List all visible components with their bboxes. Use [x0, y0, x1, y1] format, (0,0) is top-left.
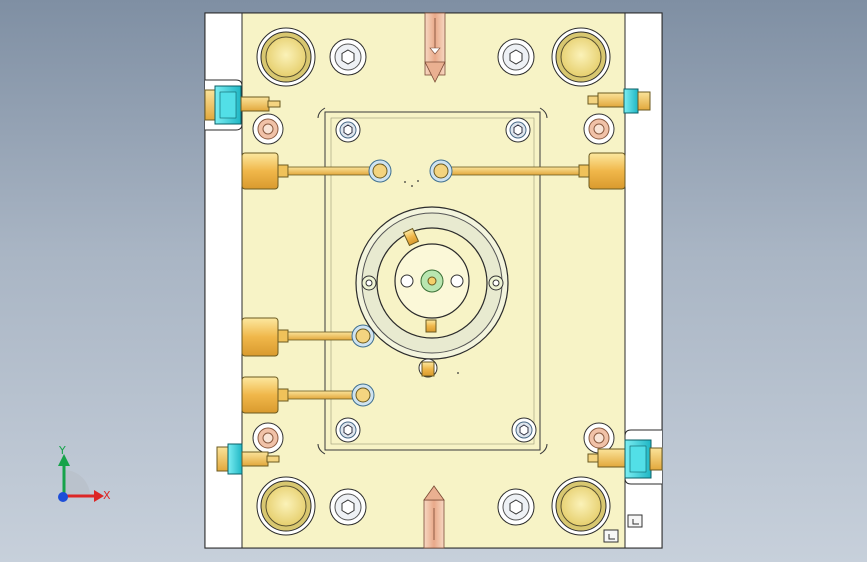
return-pin-top-left[interactable]: [252, 113, 284, 145]
sprue-bushing[interactable]: [394, 243, 470, 319]
guide-bushing-top-left[interactable]: [256, 27, 316, 87]
axis-triad-icon: [58, 454, 104, 502]
guide-bushing-top-right[interactable]: [551, 27, 611, 87]
mold-assembly-drawing[interactable]: Y X: [0, 0, 867, 562]
plate-bolt-top-left[interactable]: [335, 117, 361, 143]
plate-bolt-top-right[interactable]: [505, 117, 531, 143]
guide-bushing-bottom-left[interactable]: [256, 476, 316, 536]
bolt-top-left[interactable]: [329, 38, 367, 76]
return-pin-top-right[interactable]: [583, 113, 615, 145]
y-axis-label: Y: [58, 444, 66, 457]
plate-bolt-bottom-right[interactable]: [511, 417, 537, 443]
return-pin-bottom-left[interactable]: [252, 422, 284, 454]
locating-pin-bottom[interactable]: [423, 485, 445, 549]
guide-bushing-bottom-right[interactable]: [551, 476, 611, 536]
ejector-small-pin[interactable]: [418, 358, 438, 378]
x-axis-label: X: [103, 489, 111, 502]
plate-bolt-bottom-left[interactable]: [335, 417, 361, 443]
cad-viewport[interactable]: Y X: [0, 0, 867, 562]
locating-pin-top[interactable]: [424, 12, 446, 83]
bolt-bottom-left[interactable]: [329, 488, 367, 526]
bolt-top-right[interactable]: [497, 38, 535, 76]
bolt-bottom-right[interactable]: [497, 488, 535, 526]
